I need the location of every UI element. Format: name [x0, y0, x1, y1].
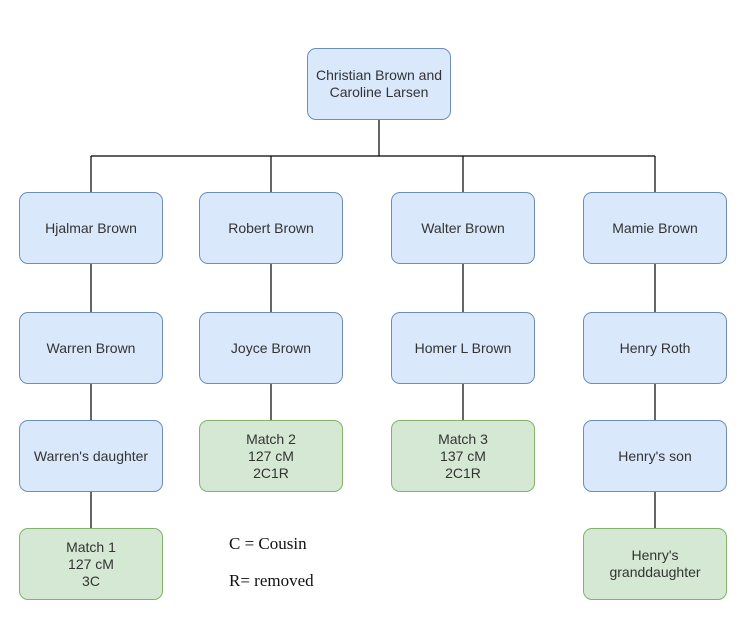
family-tree-diagram: Christian Brown and Caroline Larsen Hjal… — [0, 0, 756, 631]
person-node-henrys-son[interactable]: Henry's son — [583, 420, 727, 492]
person-node-warren-brown[interactable]: Warren Brown — [19, 312, 163, 384]
person-node-henry-roth[interactable]: Henry Roth — [583, 312, 727, 384]
person-node-warrens-daughter[interactable]: Warren's daughter — [19, 420, 163, 492]
match-node-henrys-granddaughter[interactable]: Henry's granddaughter — [583, 528, 727, 600]
match-node-match-3[interactable]: Match 3 137 cM 2C1R — [391, 420, 535, 492]
person-node-robert-brown[interactable]: Robert Brown — [199, 192, 343, 264]
legend-removed: R= removed — [229, 571, 314, 590]
person-node-hjalmar-brown[interactable]: Hjalmar Brown — [19, 192, 163, 264]
person-node-mamie-brown[interactable]: Mamie Brown — [583, 192, 727, 264]
person-node-homer-l-brown[interactable]: Homer L Brown — [391, 312, 535, 384]
root-couple-node[interactable]: Christian Brown and Caroline Larsen — [307, 48, 451, 120]
person-node-joyce-brown[interactable]: Joyce Brown — [199, 312, 343, 384]
match-node-match-1[interactable]: Match 1 127 cM 3C — [19, 528, 163, 600]
person-node-walter-brown[interactable]: Walter Brown — [391, 192, 535, 264]
match-node-match-2[interactable]: Match 2 127 cM 2C1R — [199, 420, 343, 492]
legend-cousin: C = Cousin — [229, 534, 307, 553]
